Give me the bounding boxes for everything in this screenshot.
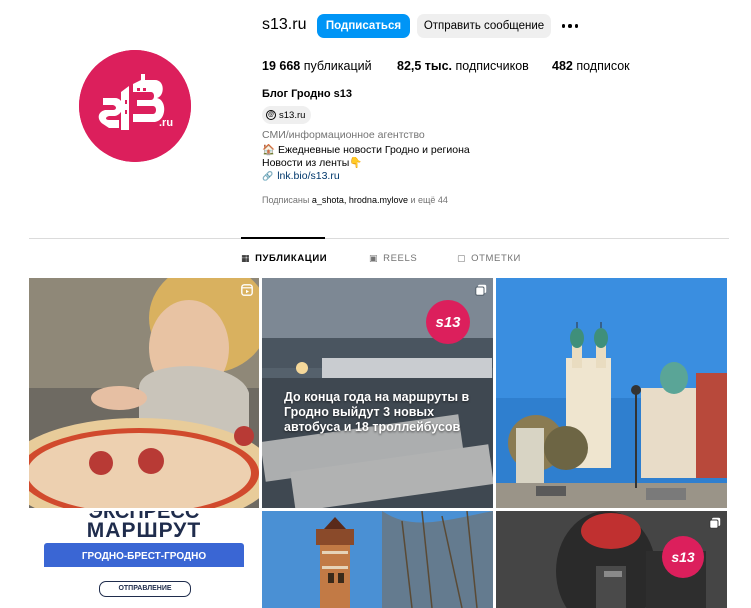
following-count[interactable]: 482 подписок <box>552 59 630 73</box>
threads-handle: s13.ru <box>279 109 306 121</box>
message-button[interactable]: Отправить сообщение <box>417 14 551 38</box>
post-tile[interactable] <box>496 278 727 508</box>
svg-text:.ru: .ru <box>159 117 173 129</box>
post-image-child-pizza <box>29 278 259 508</box>
carousel-icon <box>475 284 487 296</box>
post-tile[interactable] <box>262 511 493 608</box>
departure-label: ОТПРАВЛЕНИЕ <box>99 581 191 597</box>
post-image-fire-tower <box>262 511 493 608</box>
bio-line-2: Новости из ленты👇 <box>262 157 363 169</box>
posts-count: 19 668 публикаций <box>262 59 372 73</box>
threads-badge[interactable]: @ s13.ru <box>262 106 312 124</box>
followed-by[interactable]: Подписаны a_shota, hrodna.mylove и ещё 4… <box>262 195 448 205</box>
post-tile[interactable] <box>29 278 259 508</box>
reels-icon: ▣ <box>369 253 379 263</box>
followers-count[interactable]: 82,5 тыс. подписчиков <box>397 59 529 73</box>
post-tile[interactable]: s13 <box>496 511 727 608</box>
carousel-icon <box>709 517 721 529</box>
post-tile[interactable]: s13 До конца года на маршруты в Гродно в… <box>262 278 493 508</box>
profile-username: s13.ru <box>262 16 307 33</box>
post-image-cathedral <box>496 278 727 508</box>
tagged-icon: ▢ <box>457 253 467 263</box>
more-options-icon[interactable] <box>560 16 580 36</box>
route-path: ГРОДНО-БРЕСТ-ГРОДНО <box>81 551 207 562</box>
post-tile[interactable]: ЭКСПРЕСС МАРШРУТ ГРОДНО-БРЕСТ-ГРОДНО ОТП… <box>29 511 259 608</box>
follow-button[interactable]: Подписаться <box>317 14 410 38</box>
tab-tagged[interactable]: ▢ ОТМЕТКИ <box>457 253 521 264</box>
s13-watermark-logo: s13 <box>426 300 470 344</box>
reel-icon <box>241 284 253 296</box>
post-overlay-caption: До конца года на маршруты в Гродно выйду… <box>284 390 470 434</box>
profile-link-text[interactable]: lnk.bio/s13.ru <box>277 170 339 182</box>
profile-full-name: Блог Гродно s13 <box>262 88 352 100</box>
tab-reels[interactable]: ▣ REELS <box>369 253 417 264</box>
bio-line-1: 🏠 Ежедневные новости Гродно и региона <box>262 144 470 156</box>
s13-watermark-logo: s13 <box>662 536 704 578</box>
grid-icon: ▦ <box>241 253 251 263</box>
route-title-line2: МАРШРУТ <box>86 519 202 542</box>
tab-posts[interactable]: ▦ ПУБЛИКАЦИИ <box>241 253 327 264</box>
tabs-divider <box>29 238 729 239</box>
profile-avatar[interactable]: .ru <box>79 50 191 162</box>
link-icon: 🔗 <box>262 170 274 181</box>
s13-logo: .ru <box>79 50 191 162</box>
profile-link[interactable]: 🔗 lnk.bio/s13.ru <box>262 170 340 182</box>
threads-icon: @ <box>266 110 276 120</box>
profile-category: СМИ/информационное агентство <box>262 129 425 141</box>
active-tab-indicator <box>241 237 325 239</box>
